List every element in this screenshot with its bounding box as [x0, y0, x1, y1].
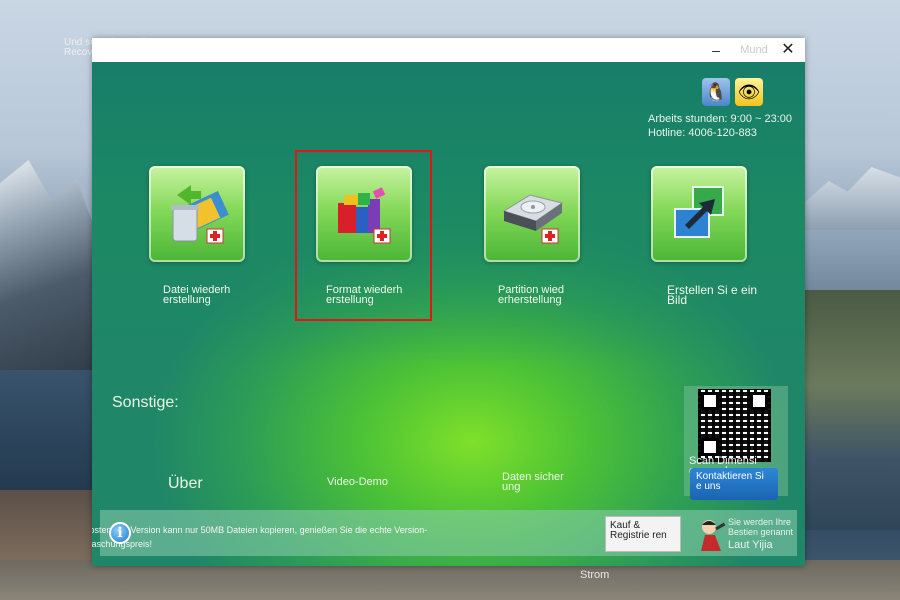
contact-info: Arbeits stunden: 9:00 ~ 23:00 Hotline: 4… [648, 112, 792, 140]
create-image-icon [674, 186, 724, 238]
highlight-box [295, 150, 432, 321]
info-icon: i [109, 522, 131, 544]
tile-partition-recovery[interactable] [484, 166, 580, 262]
hard-drive-icon [502, 194, 564, 244]
main-content: 🐧 👁 Arbeits stunden: 9:00 ~ 23:00 Hotlin… [92, 62, 805, 566]
background-ghost-bottom: Strom [580, 569, 610, 581]
tile-label-partition-recovery: Partition wied erherstellung [498, 284, 565, 306]
weibo-icon: 👁 [737, 82, 761, 102]
tile-label-create-image: Erstellen Si e ein Bild [667, 283, 758, 307]
weibo-button[interactable]: 👁 [735, 78, 763, 106]
tile-label-file-recovery: Datei wiederh erstellung [163, 284, 231, 306]
titlebar: – Mund ✕ [92, 38, 805, 62]
video-demo-link[interactable]: Video-Demo [327, 476, 388, 488]
tile-file-recovery[interactable] [149, 166, 245, 262]
mund-button[interactable]: Mund [738, 40, 770, 60]
mascot-icon [701, 520, 726, 551]
free-version-notice: Die kostenlose Version kann nur 50MB Dat… [92, 525, 428, 549]
buy-register-button[interactable]: Kauf & Registrie ren [605, 516, 681, 552]
app-window: – Mund ✕ 🐧 👁 Arbeits stunden: 9:00 ~ 23:… [92, 38, 805, 566]
background-island-right [805, 290, 900, 530]
about-link[interactable]: Über [168, 475, 203, 493]
contact-us-button[interactable]: Kontaktieren Si e uns [690, 468, 778, 500]
qq-button[interactable]: 🐧 [702, 78, 730, 106]
background-mountain-left [0, 160, 95, 390]
mascot-text: Sie werden Ihre Bestien genannt [728, 517, 794, 537]
close-button[interactable]: ✕ [776, 40, 800, 60]
working-hours: Arbeits stunden: 9:00 ~ 23:00 [648, 113, 793, 125]
hotline: Hotline: 4006-120-883 [648, 127, 757, 139]
background-mountain-right [805, 167, 900, 230]
qq-penguin-icon: 🐧 [704, 82, 728, 102]
background-ground [0, 560, 900, 600]
background-water-left [0, 370, 95, 500]
data-backup-link[interactable]: Daten sicher ung [502, 472, 572, 493]
qr-code-corner [701, 438, 719, 456]
sonstige-heading: Sonstige: [112, 394, 179, 411]
tile-create-image[interactable] [651, 166, 747, 262]
mascot-name: Laut Yijia [728, 539, 773, 551]
recycle-bin-restore-icon [171, 185, 229, 244]
minimize-button[interactable]: – [704, 40, 728, 60]
